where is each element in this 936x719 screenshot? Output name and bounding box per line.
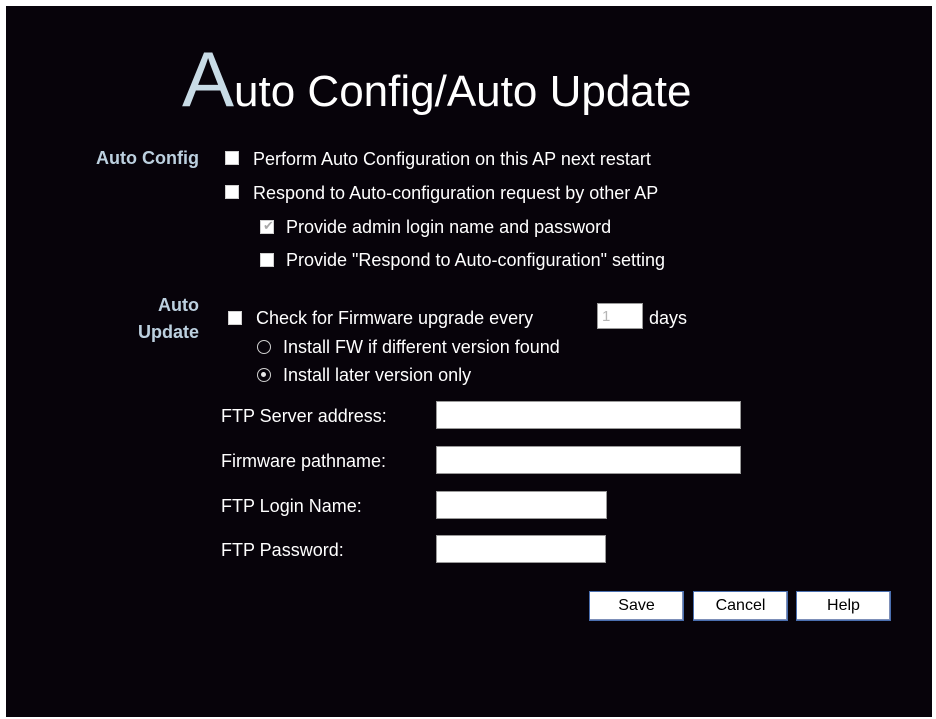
save-button[interactable]: Save [589,591,684,621]
page-title-text: uto Config/Auto Update [234,67,692,116]
firmware-path-input[interactable] [436,446,741,474]
auto-update-label-line1: Auto [158,295,199,315]
install-different-radio[interactable] [257,340,271,354]
ftp-login-label: FTP Login Name: [221,496,362,516]
install-different-label: Install FW if different version found [283,337,560,357]
firmware-check-checkbox[interactable] [228,311,242,325]
ftp-server-label: FTP Server address: [221,406,387,426]
provide-admin-login-label: Provide admin login name and password [286,217,612,237]
cancel-button[interactable]: Cancel [693,591,788,621]
ftp-server-input[interactable] [436,401,741,429]
ftp-login-input[interactable] [436,491,607,519]
firmware-check-label: Check for Firmware upgrade every [256,308,534,328]
auto-config-restart-label: Perform Auto Configuration on this AP ne… [253,149,651,169]
firmware-days-suffix: days [649,308,688,328]
checkmark-icon: ✔ [263,218,274,233]
ftp-password-input[interactable] [436,535,606,563]
provide-admin-login-checkbox[interactable]: ✔ [260,218,274,234]
page-title-initial: A [182,35,235,123]
firmware-path-label: Firmware pathname: [221,451,387,471]
ftp-password-label: FTP Password: [221,540,344,560]
help-button[interactable]: Help [796,591,891,621]
page-title: Auto Config/Auto Update [182,36,822,122]
provide-respond-setting-label: Provide "Respond to Auto-configuration" … [286,250,666,270]
install-later-radio[interactable] [257,368,271,382]
auto-update-label-line2: Update [137,322,199,342]
provide-respond-setting-checkbox[interactable] [260,253,274,267]
respond-auto-config-label: Respond to Auto-configuration request by… [253,183,659,203]
respond-auto-config-checkbox[interactable] [225,185,239,199]
auto-config-restart-checkbox[interactable] [225,151,239,165]
auto-config-label: Auto Config [96,148,199,168]
config-panel: Auto Config/Auto Update Auto Config Perf… [6,6,932,717]
firmware-days-input[interactable] [597,303,643,329]
install-later-label: Install later version only [283,365,472,385]
